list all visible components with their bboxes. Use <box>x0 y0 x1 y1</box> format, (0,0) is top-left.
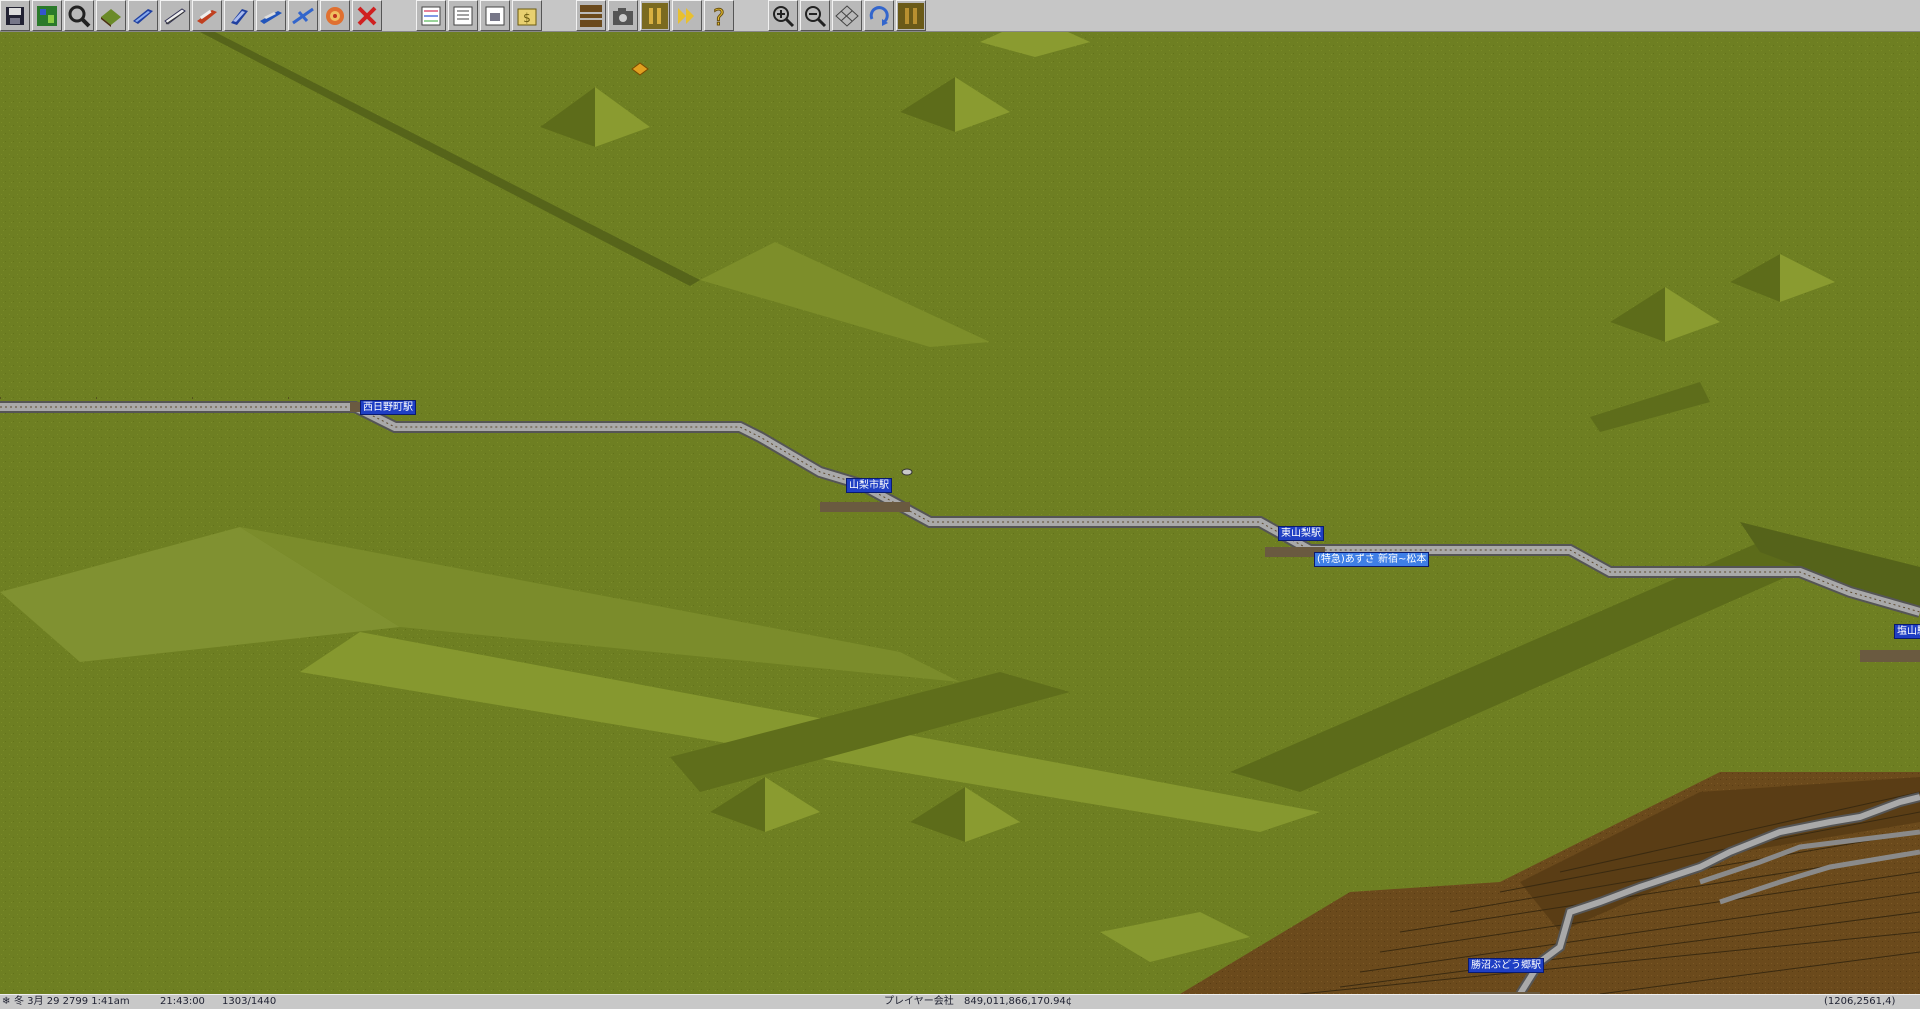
pause-box-button[interactable] <box>896 0 926 31</box>
magnifier-icon <box>68 5 91 27</box>
line-management-icon <box>421 6 441 25</box>
company-name: プレイヤー会社 <box>884 996 954 1007</box>
minimap-icon <box>37 5 57 26</box>
zoom-in-button[interactable] <box>768 0 798 31</box>
train-icon <box>133 8 153 24</box>
coordinates-text: (1206,2561,4) <box>1824 996 1896 1007</box>
rotate-icon <box>869 5 889 26</box>
date-text: 冬 3月 29 2799 1:41am <box>14 996 130 1007</box>
station-label[interactable]: 山梨市駅 <box>846 478 892 493</box>
zoom-out-icon <box>805 5 827 27</box>
pause-box-icon <box>898 2 924 29</box>
terrain-button[interactable] <box>96 0 126 31</box>
list-button[interactable] <box>448 0 478 31</box>
finance-icon: $ <box>517 8 537 25</box>
line-management-button[interactable] <box>416 0 446 31</box>
train-button[interactable] <box>128 0 158 31</box>
station-label[interactable]: 東山梨駅 <box>1278 526 1324 541</box>
minimap-button[interactable] <box>32 0 62 31</box>
list-icon <box>453 6 473 25</box>
camera-icon <box>613 7 633 25</box>
help-button[interactable]: ? <box>704 0 734 31</box>
clock-text: 21:43:00 <box>160 996 205 1007</box>
ship-icon <box>260 10 282 24</box>
camera-button[interactable] <box>608 0 638 31</box>
snowflake-icon: ❄ <box>2 996 11 1007</box>
monorail-icon <box>164 7 186 25</box>
magnifier-button[interactable] <box>64 0 94 31</box>
minimap-rail-button[interactable] <box>576 0 606 31</box>
tick-ratio-text: 1303/1440 <box>222 996 277 1007</box>
svg-text:?: ? <box>713 6 725 29</box>
terrain-icon <box>101 8 121 27</box>
save-icon <box>6 6 24 25</box>
station-label[interactable]: 西日野町駅 <box>360 400 416 415</box>
depot-list-button[interactable] <box>480 0 510 31</box>
depot-list-icon <box>485 6 505 25</box>
airplane-button[interactable] <box>288 0 318 31</box>
finance-button[interactable]: $ <box>512 0 542 31</box>
zoom-out-button[interactable] <box>800 0 830 31</box>
bus-icon <box>231 8 248 25</box>
tram-button[interactable] <box>192 0 222 31</box>
station-label[interactable]: 塩山駅 <box>1894 624 1920 639</box>
money-text: 849,011,866,170.94¢ <box>964 996 1073 1007</box>
monorail-button[interactable] <box>160 0 190 31</box>
convoy-label[interactable]: (特急)あずさ 新宿~松本 <box>1314 552 1430 567</box>
ship-button[interactable] <box>256 0 286 31</box>
pause-icon <box>642 2 668 29</box>
main-toolbar: $? <box>0 0 1920 32</box>
minimap-rail-icon <box>580 4 602 27</box>
zoom-in-icon <box>773 5 795 27</box>
grid-button[interactable] <box>832 0 862 31</box>
airplane-icon <box>292 7 314 24</box>
target-icon <box>326 6 344 25</box>
bus-button[interactable] <box>224 0 254 31</box>
rotate-button[interactable] <box>864 0 894 31</box>
remove-icon <box>357 6 377 25</box>
fast-forward-icon <box>678 7 694 24</box>
grid-icon <box>835 4 859 27</box>
target-button[interactable] <box>320 0 350 31</box>
pause-button[interactable] <box>640 0 670 31</box>
station-label[interactable]: 勝沼ぶどう郷駅 <box>1468 958 1544 973</box>
status-bar: ❄ 冬 3月 29 2799 1:41am 21:43:00 1303/1440… <box>0 994 1920 1009</box>
game-map-view[interactable]: 西日野町駅山梨市駅東山梨駅塩山駅勝沼ぶどう郷駅 (特急)あずさ 新宿~松本 <box>0 17 1920 998</box>
tram-icon <box>197 9 217 24</box>
terrain-layer <box>0 17 1920 998</box>
help-icon: ? <box>713 5 726 29</box>
svg-text:$: $ <box>523 11 531 25</box>
remove-button[interactable] <box>352 0 382 31</box>
save-button[interactable] <box>0 0 30 31</box>
rock <box>901 468 913 476</box>
fast-forward-button[interactable] <box>672 0 702 31</box>
